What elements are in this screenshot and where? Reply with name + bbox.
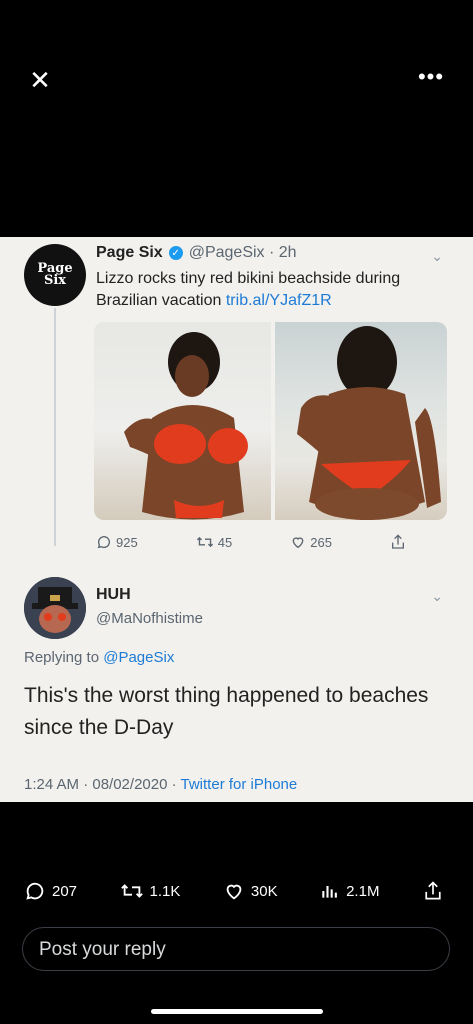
like-count: 265 — [310, 534, 332, 550]
repost-count: 1.1K — [149, 882, 181, 900]
repost-button[interactable]: 1.1K — [120, 881, 181, 901]
home-indicator[interactable] — [151, 1009, 323, 1014]
like-icon — [292, 537, 304, 549]
reply-button[interactable]: 207 — [24, 880, 77, 902]
huh-avatar — [24, 577, 86, 639]
author-handle-time: @PageSix · 2h — [188, 244, 297, 261]
views-button[interactable]: 2.1M — [320, 881, 379, 901]
post-actions-bar: 207 1.1K 30K 2.1M — [24, 880, 444, 902]
retweet-icon — [196, 536, 213, 548]
embedded-retweet-count: 45 — [196, 534, 232, 550]
tweet-photo-left — [94, 322, 271, 520]
tweet-link: trib.al/YJafZ1R — [225, 292, 332, 309]
retweet-count: 45 — [217, 534, 233, 550]
chevron-down-icon: ⌄ — [431, 248, 443, 264]
reply-input[interactable] — [37, 938, 421, 962]
tweet-text: Lizzo rocks tiny red bikini beachside du… — [96, 268, 436, 312]
like-icon — [226, 884, 242, 900]
reply-count: 925 — [116, 534, 138, 550]
reply-box — [22, 927, 450, 971]
views-count: 2.1M — [346, 882, 380, 900]
like-button[interactable]: 30K — [223, 880, 278, 902]
replying-mention: @PageSix — [103, 649, 175, 666]
embedded-share — [390, 533, 406, 551]
close-icon: ✕ — [29, 65, 51, 95]
embedded-reply-count: 925 — [96, 534, 138, 550]
thread-line — [54, 308, 56, 546]
share-icon — [391, 534, 404, 549]
reply-count: 207 — [52, 882, 78, 900]
reply-icon — [97, 536, 110, 549]
retweet-icon — [120, 884, 143, 898]
share-icon — [425, 881, 441, 900]
embedded-like-count: 265 — [290, 534, 332, 550]
like-count: 30K — [250, 882, 278, 900]
close-button[interactable]: ✕ — [26, 66, 54, 94]
more-icon: ••• — [417, 64, 445, 89]
page-six-avatar: Page Six — [24, 244, 86, 306]
embedded-tweet-actions: 925 45 265 — [96, 533, 406, 551]
reply-icon — [26, 882, 44, 900]
tweet-timestamp: 1:24 AM · 08/02/2020 · — [24, 776, 177, 793]
share-button[interactable] — [422, 880, 444, 902]
replying-to: Replying to @PageSix — [24, 649, 174, 666]
reply-author-handle: @MaNofhistime — [96, 610, 203, 627]
author-name: Page Six — [96, 244, 163, 261]
replying-label: Replying to — [24, 649, 100, 666]
avatar-logo-text: Page Six — [37, 261, 73, 288]
page-six-name-row: Page Six ✓ @PageSix · 2h — [96, 244, 297, 262]
views-icon — [322, 886, 337, 898]
chevron-down-icon: ⌄ — [431, 588, 443, 604]
reply-author-name: HUH — [96, 586, 131, 603]
more-options-button[interactable]: ••• — [417, 66, 445, 94]
tweet-photo-right — [275, 322, 447, 520]
reply-text: This's the worst thing happened to beach… — [24, 684, 429, 739]
tweet-meta: 1:24 AM · 08/02/2020 · Twitter for iPhon… — [24, 776, 297, 793]
tweet-client: Twitter for iPhone — [180, 776, 298, 793]
verified-icon: ✓ — [168, 246, 183, 260]
